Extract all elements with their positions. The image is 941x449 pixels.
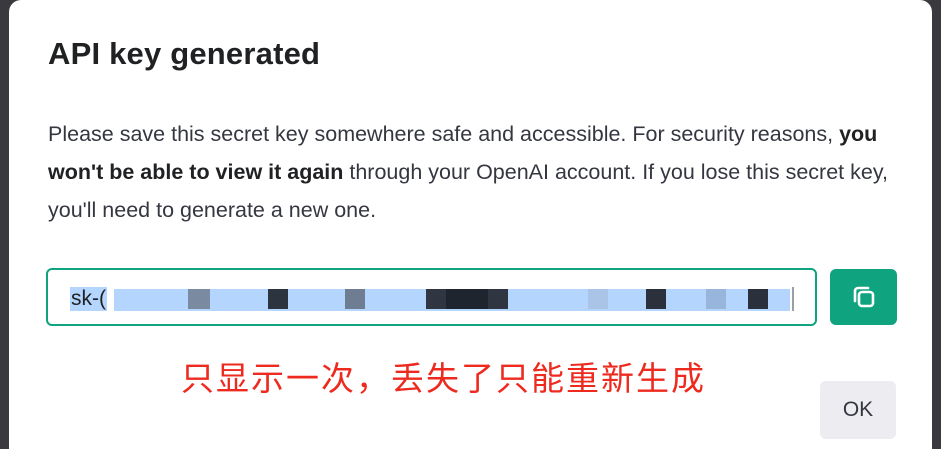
secret-key-field[interactable]: sk-( — [46, 268, 817, 326]
text-cursor — [792, 287, 794, 311]
key-redaction-block — [748, 289, 768, 309]
key-redaction-block — [446, 289, 488, 309]
description-part1: Please save this secret key somewhere sa… — [48, 122, 840, 146]
dialog-description: Please save this secret key somewhere sa… — [48, 115, 898, 229]
api-key-dialog: API key generated Please save this secre… — [9, 0, 932, 449]
key-redaction-block — [188, 289, 210, 309]
annotation-text: 只显示一次，丢失了只能重新生成 — [181, 359, 706, 398]
secret-key-value[interactable]: sk-( — [70, 287, 107, 311]
key-redaction-block — [646, 289, 666, 309]
dialog-title: API key generated — [48, 36, 321, 71]
copy-icon — [853, 286, 874, 308]
ok-button[interactable]: OK — [820, 381, 896, 439]
key-redaction-block — [588, 289, 608, 309]
key-redaction-block — [345, 289, 365, 309]
copy-key-button[interactable] — [830, 269, 897, 325]
key-redaction-block — [706, 289, 726, 309]
key-redaction-block — [268, 289, 288, 309]
